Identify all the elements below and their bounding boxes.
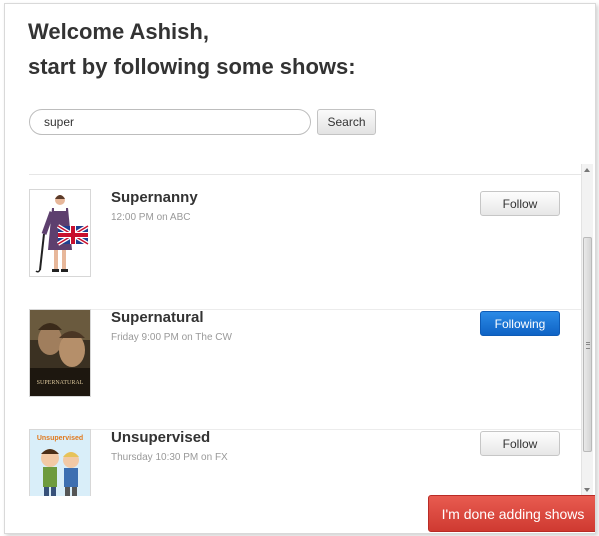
supernanny-thumbnail: [29, 189, 91, 277]
unsupervised-thumbnail: Unsupervised: [29, 429, 91, 496]
show-item-supernanny: Supernanny 12:00 PM on ABC Follow: [29, 189, 581, 310]
scroll-up-arrow-icon[interactable]: [584, 168, 590, 172]
poster-text: SUPERNATURAL: [37, 380, 84, 386]
show-title: Unsupervised: [111, 429, 211, 446]
show-list: Supernanny 12:00 PM on ABC Follow SUPERN…: [5, 164, 581, 496]
search-input[interactable]: [29, 109, 311, 135]
instruction-line: start by following some shows:: [28, 54, 356, 79]
show-schedule: 12:00 PM on ABC: [111, 212, 191, 223]
grip-icon: [586, 342, 590, 349]
poster-text: Unsupervised: [37, 435, 83, 442]
show-title: Supernanny: [111, 189, 198, 206]
scroll-thumb[interactable]: [583, 237, 592, 452]
show-item-supernatural: SUPERNATURAL Supernatural Friday 9:00 PM…: [29, 309, 581, 430]
show-item-unsupervised: Unsupervised Unsupervised Thursday 10:30…: [29, 429, 581, 496]
nanny-figure-icon: [30, 190, 90, 276]
list-scrollbar[interactable]: [581, 164, 593, 496]
show-schedule: Friday 9:00 PM on The CW: [111, 332, 232, 343]
search-button[interactable]: Search: [317, 109, 376, 135]
done-adding-shows-button[interactable]: I'm done adding shows: [428, 495, 595, 532]
scroll-down-arrow-icon[interactable]: [584, 488, 590, 492]
poster-image-icon: SUPERNATURAL: [30, 310, 90, 396]
show-title: Supernatural: [111, 309, 204, 326]
follow-button[interactable]: Follow: [480, 191, 560, 216]
following-button[interactable]: Following: [480, 311, 560, 336]
welcome-line: Welcome Ashish,: [28, 19, 209, 44]
app-window: Welcome Ashish, start by following some …: [4, 3, 596, 534]
supernatural-thumbnail: SUPERNATURAL: [29, 309, 91, 397]
follow-button[interactable]: Follow: [480, 431, 560, 456]
cartoon-poster-icon: Unsupervised: [30, 430, 90, 496]
welcome-heading: Welcome Ashish, start by following some …: [28, 16, 356, 83]
show-schedule: Thursday 10:30 PM on FX: [111, 452, 228, 463]
